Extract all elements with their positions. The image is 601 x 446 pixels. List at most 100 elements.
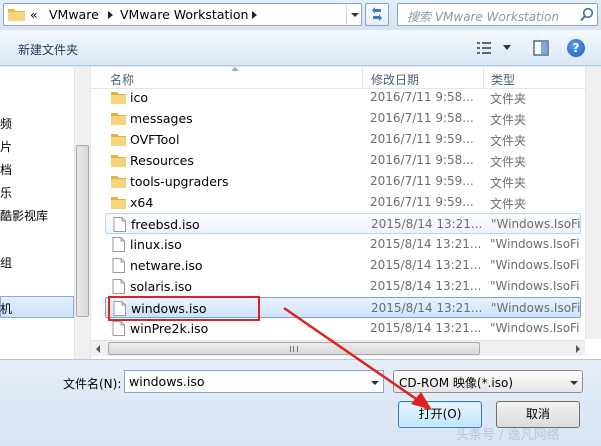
list-item-folder[interactable]: tools-upgraders 2016/7/11 9:59... 文件夹: [105, 171, 581, 192]
file-icon: [112, 279, 125, 294]
breadcrumb-vmware[interactable]: VMware: [49, 7, 99, 22]
view-options-icon[interactable]: [477, 41, 493, 55]
list-item-folder[interactable]: ico 2016/7/11 9:58... 文件夹: [105, 87, 581, 108]
list-item-name: winPre2k.iso: [130, 321, 209, 336]
folder-icon: [111, 197, 126, 209]
list-item-date: 2016/7/11 9:59...: [370, 132, 474, 146]
watermark: 头条号 / 逸凡网络: [456, 428, 560, 443]
search-icon[interactable]: [580, 7, 594, 22]
list-item-name: freebsd.iso: [131, 217, 200, 232]
list-item-name: ico: [130, 90, 148, 105]
address-history-dropdown[interactable]: [346, 5, 362, 24]
folder-icon: [111, 92, 126, 104]
list-item-name: x64: [130, 195, 154, 210]
list-item-type: "Windows.IsoFil: [490, 237, 580, 251]
list-item-file[interactable]: linux.iso 2015/8/14 13:21... "Windows.IsoF…: [105, 234, 581, 255]
list-item-folder[interactable]: messages 2016/7/11 9:58... 文件夹: [105, 108, 581, 129]
nav-item-documents[interactable]: 档: [0, 161, 12, 178]
nav-item-video-library[interactable]: 酷影视库: [0, 207, 48, 224]
refresh-button[interactable]: [365, 3, 389, 26]
list-item-type: 文件夹: [490, 197, 527, 211]
list-item-type: "Windows.IsoFil: [491, 217, 581, 231]
nav-scrollbar[interactable]: [74, 67, 90, 359]
folder-icon: [111, 134, 126, 146]
address-bar-row: « VMware VMware Workstation 搜索 VMware Wo…: [0, 0, 601, 30]
list-item-name: Resources: [130, 153, 194, 168]
list-item-date: 2016/7/11 9:59...: [370, 174, 474, 188]
column-divider[interactable]: [362, 67, 363, 89]
list-item-type: "Windows.IsoFil: [490, 258, 580, 272]
file-icon: [112, 321, 125, 336]
list-item-type: 文件夹: [490, 155, 527, 169]
list-item-type: "Windows.IsoFil: [491, 301, 581, 315]
filename-field[interactable]: windows.iso: [124, 370, 384, 393]
nav-item-music[interactable]: 乐: [0, 184, 12, 201]
folder-icon: [8, 9, 25, 21]
breadcrumb-vmware-workstation[interactable]: VMware Workstation: [120, 7, 248, 22]
folder-icon: [111, 113, 126, 125]
list-item-type: "Windows.IsoFil: [490, 321, 580, 335]
list-header: 名称 修改日期 类型: [91, 67, 601, 89]
file-icon: [112, 258, 125, 273]
file-icon: [113, 217, 126, 232]
nav-item-computer[interactable]: 机: [0, 300, 12, 317]
column-header-type[interactable]: 类型: [491, 71, 515, 88]
nav-item-videos[interactable]: 频: [0, 115, 12, 132]
highlight-box: [108, 296, 260, 321]
list-item-name: messages: [130, 111, 193, 126]
list-item-folder[interactable]: OVFTool 2016/7/11 9:59... 文件夹: [105, 129, 581, 150]
list-item-file[interactable]: freebsd.iso 2015/8/14 13:21... "Windows.Is…: [105, 213, 581, 234]
navigation-pane: 频 片 档 乐 酷影视库 组 机: [0, 67, 90, 359]
view-dropdown-icon[interactable]: [503, 45, 511, 50]
list-item-date: 2016/7/11 9:58...: [370, 90, 474, 104]
list-item-file[interactable]: solaris.iso 2015/8/14 13:21... "Windows.Is…: [105, 276, 581, 297]
address-bar[interactable]: « VMware VMware Workstation: [3, 3, 362, 26]
horizontal-scrollbar-thumb[interactable]: [108, 342, 480, 355]
list-item-folder[interactable]: x64 2016/7/11 9:59... 文件夹: [105, 192, 581, 213]
preview-pane-icon[interactable]: [533, 40, 549, 56]
chevron-right-icon[interactable]: [252, 11, 257, 19]
list-item-date: 2015/8/14 13:21...: [371, 301, 483, 315]
list-item-name: OVFTool: [130, 132, 180, 147]
help-icon[interactable]: ?: [567, 39, 585, 57]
filetype-select[interactable]: CD-ROM 映像(*.iso): [393, 370, 583, 393]
list-item-date: 2016/7/11 9:58...: [370, 111, 474, 125]
nav-item-pictures[interactable]: 片: [0, 138, 12, 155]
folder-icon: [111, 155, 126, 167]
folder-icon: [111, 176, 126, 188]
list-item-folder[interactable]: Resources 2016/7/11 9:58... 文件夹: [105, 150, 581, 171]
filename-label: 文件名(N):: [63, 377, 122, 391]
list-item-type: 文件夹: [490, 113, 527, 127]
filename-dropdown-icon[interactable]: [371, 381, 379, 385]
list-item-type: 文件夹: [490, 134, 527, 148]
list-item-file[interactable]: netware.iso 2015/8/14 13:21... "Windows.Is…: [105, 255, 581, 276]
list-item-type: 文件夹: [490, 92, 527, 106]
refresh-icon: [372, 7, 382, 21]
column-divider[interactable]: [483, 67, 484, 89]
nav-item-homegroup[interactable]: 组: [0, 254, 12, 271]
new-folder-button[interactable]: 新建文件夹: [18, 41, 78, 58]
chevron-right-icon[interactable]: [108, 11, 113, 19]
scroll-right-icon[interactable]: [576, 345, 580, 353]
column-header-name[interactable]: 名称: [110, 71, 134, 88]
search-placeholder: 搜索 VMware Workstation: [407, 10, 560, 24]
file-icon: [112, 237, 125, 252]
breadcrumb-overflow[interactable]: «: [30, 7, 38, 22]
list-item-name: netware.iso: [130, 258, 203, 273]
list-item-date: 2015/8/14 13:21...: [370, 279, 482, 293]
scroll-left-icon[interactable]: [96, 345, 100, 353]
search-input[interactable]: 搜索 VMware Workstation: [397, 3, 598, 26]
list-item-type: 文件夹: [490, 176, 527, 190]
filetype-dropdown-icon[interactable]: [570, 381, 578, 385]
list-item-date: 2015/8/14 13:21...: [370, 321, 482, 335]
grip-icon: [290, 346, 298, 352]
file-list-horizontal-scrollbar[interactable]: [91, 340, 585, 356]
file-list-vertical-scrollbar[interactable]: [585, 67, 601, 339]
sort-ascending-icon: [231, 67, 239, 71]
list-item-name: solaris.iso: [130, 279, 193, 294]
list-item-name: tools-upgraders: [130, 174, 229, 189]
column-header-date[interactable]: 修改日期: [371, 71, 419, 88]
list-item-name: linux.iso: [130, 237, 182, 252]
list-item-file[interactable]: winPre2k.iso 2015/8/14 13:21... "Windows.I…: [105, 318, 581, 339]
nav-scrollbar-thumb[interactable]: [76, 145, 89, 317]
